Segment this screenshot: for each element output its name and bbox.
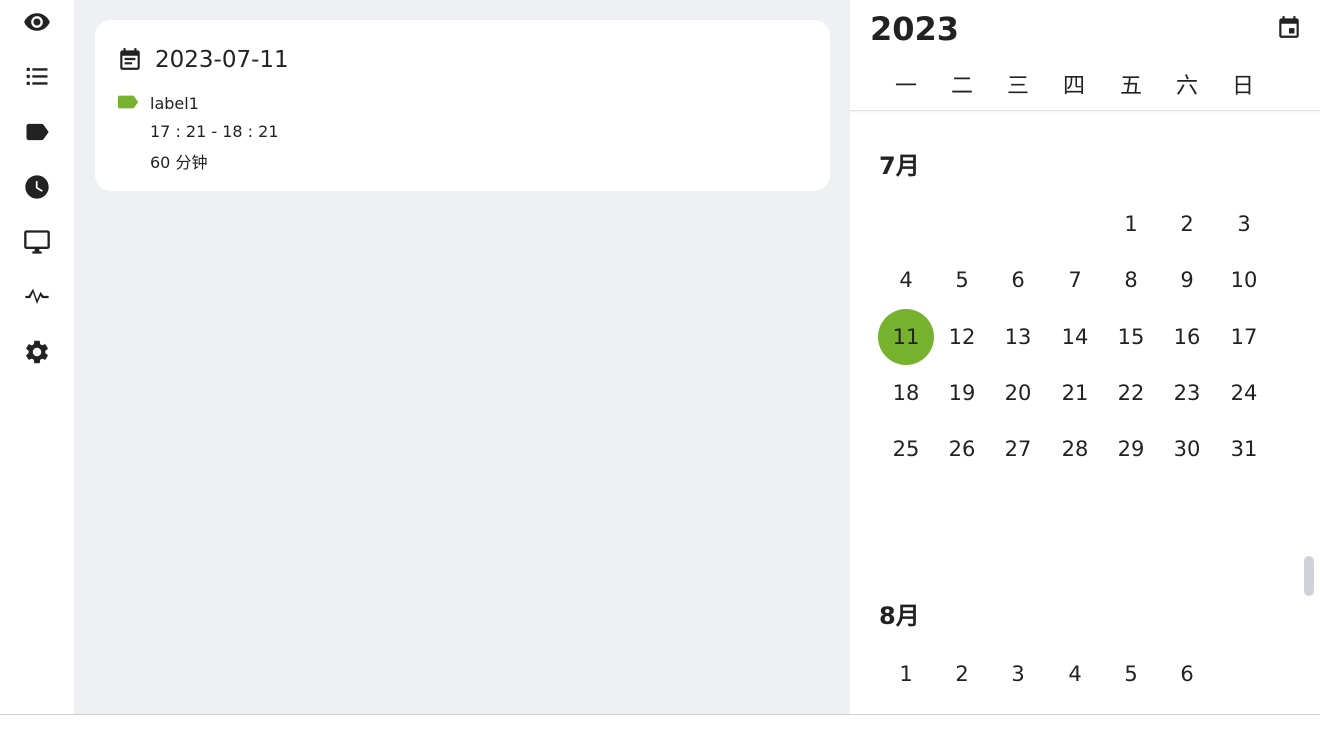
calendar-icon (117, 46, 143, 72)
calendar-day[interactable]: 19 (934, 365, 990, 421)
calendar-day[interactable]: 14 (1047, 309, 1103, 365)
calendar-day[interactable]: 4 (1047, 646, 1103, 702)
event-date: 2023-07-11 (155, 47, 289, 73)
calendar-day[interactable]: 21 (1047, 365, 1103, 421)
calendar-day[interactable]: 4 (878, 252, 934, 308)
weekday-label: 六 (1175, 74, 1198, 99)
calendar-day[interactable]: 20 (990, 365, 1046, 421)
main-panel: 2023-07-11 label1 17 : 21 - 18 : 21 60 分… (74, 0, 850, 714)
calendar-day[interactable]: 18 (878, 365, 934, 421)
calendar-day[interactable]: 30 (1159, 421, 1215, 477)
calendar-day[interactable]: 1 (1103, 196, 1159, 252)
calendar-today-icon (1279, 16, 1299, 38)
calendar-day[interactable]: 13 (990, 309, 1046, 365)
tag-icon (26, 123, 49, 141)
weekday-label: 一 (894, 74, 917, 99)
eye-icon (24, 13, 50, 31)
activity-icon (25, 288, 49, 304)
calendar-day[interactable]: 31 (1216, 421, 1272, 477)
scrollbar-thumb[interactable] (1304, 556, 1314, 596)
calendar-day[interactable]: 10 (1216, 252, 1272, 308)
calendar-day[interactable]: 6 (1159, 646, 1215, 702)
month-title: 8月 (879, 602, 920, 630)
calendar-day[interactable]: 9 (1159, 252, 1215, 308)
sidebar-item-eye[interactable] (21, 6, 53, 38)
sidebar (0, 0, 74, 714)
bottom-bar (0, 714, 1320, 745)
event-card[interactable]: 2023-07-11 label1 17 : 21 - 18 : 21 60 分… (95, 20, 830, 191)
settings-icon (26, 340, 48, 364)
calendar-day-selected[interactable]: 11 (878, 308, 934, 365)
sidebar-item-monitor[interactable] (21, 226, 53, 258)
clock-icon (25, 175, 49, 199)
monitor-icon (24, 230, 50, 254)
weekday-row: 一 二 三 四 五 六 日 (878, 68, 1300, 99)
weekday-label: 二 (950, 74, 973, 99)
event-time-range: 17 : 21 - 18 : 21 (150, 122, 279, 141)
sidebar-item-history[interactable] (21, 171, 53, 203)
list-icon (26, 67, 48, 86)
sidebar-item-activity[interactable] (21, 281, 53, 313)
today-button[interactable] (1276, 14, 1302, 40)
label-tag-icon (117, 94, 139, 110)
calendar-day[interactable]: 5 (1103, 646, 1159, 702)
calendar-day[interactable]: 27 (990, 421, 1046, 477)
calendar-day[interactable]: 12 (934, 309, 990, 365)
weekday-label: 日 (1231, 74, 1254, 99)
calendar-day[interactable]: 15 (1103, 309, 1159, 365)
calendar-year: 2023 (870, 10, 960, 48)
event-label: label1 (150, 94, 199, 113)
calendar-day[interactable]: 16 (1159, 309, 1215, 365)
sidebar-item-tags[interactable] (21, 116, 53, 148)
calendar-day[interactable]: 7 (1047, 252, 1103, 308)
calendar-header: 2023 一 二 三 四 五 六 日 (850, 0, 1320, 111)
sidebar-item-settings[interactable] (21, 336, 53, 368)
calendar-day[interactable]: 26 (934, 421, 990, 477)
month-title: 7月 (879, 152, 920, 180)
calendar-day[interactable]: 25 (878, 421, 934, 477)
weekday-label: 四 (1062, 74, 1085, 99)
calendar-day[interactable]: 8 (1103, 252, 1159, 308)
event-duration: 60 分钟 (150, 153, 208, 172)
calendar-day[interactable]: 22 (1103, 365, 1159, 421)
calendar-day[interactable]: 3 (1216, 196, 1272, 252)
calendar-day[interactable]: 29 (1103, 421, 1159, 477)
calendar-day[interactable]: 24 (1216, 365, 1272, 421)
calendar-panel: 7月 1 2 3 4 5 6 7 8 9 10 11 12 13 14 15 16 17 18 19 20 21 22 23 2… (850, 0, 1320, 714)
sidebar-item-list[interactable] (21, 61, 53, 93)
calendar-day[interactable]: 1 (878, 646, 934, 702)
calendar-day[interactable]: 2 (934, 646, 990, 702)
calendar-day[interactable]: 28 (1047, 421, 1103, 477)
weekday-label: 三 (1006, 74, 1029, 99)
calendar-day[interactable]: 2 (1159, 196, 1215, 252)
calendar-day[interactable]: 3 (990, 646, 1046, 702)
calendar-day[interactable]: 23 (1159, 365, 1215, 421)
weekday-label: 五 (1119, 74, 1142, 99)
calendar-day[interactable]: 17 (1216, 309, 1272, 365)
calendar-day[interactable]: 5 (934, 252, 990, 308)
calendar-day[interactable]: 6 (990, 252, 1046, 308)
